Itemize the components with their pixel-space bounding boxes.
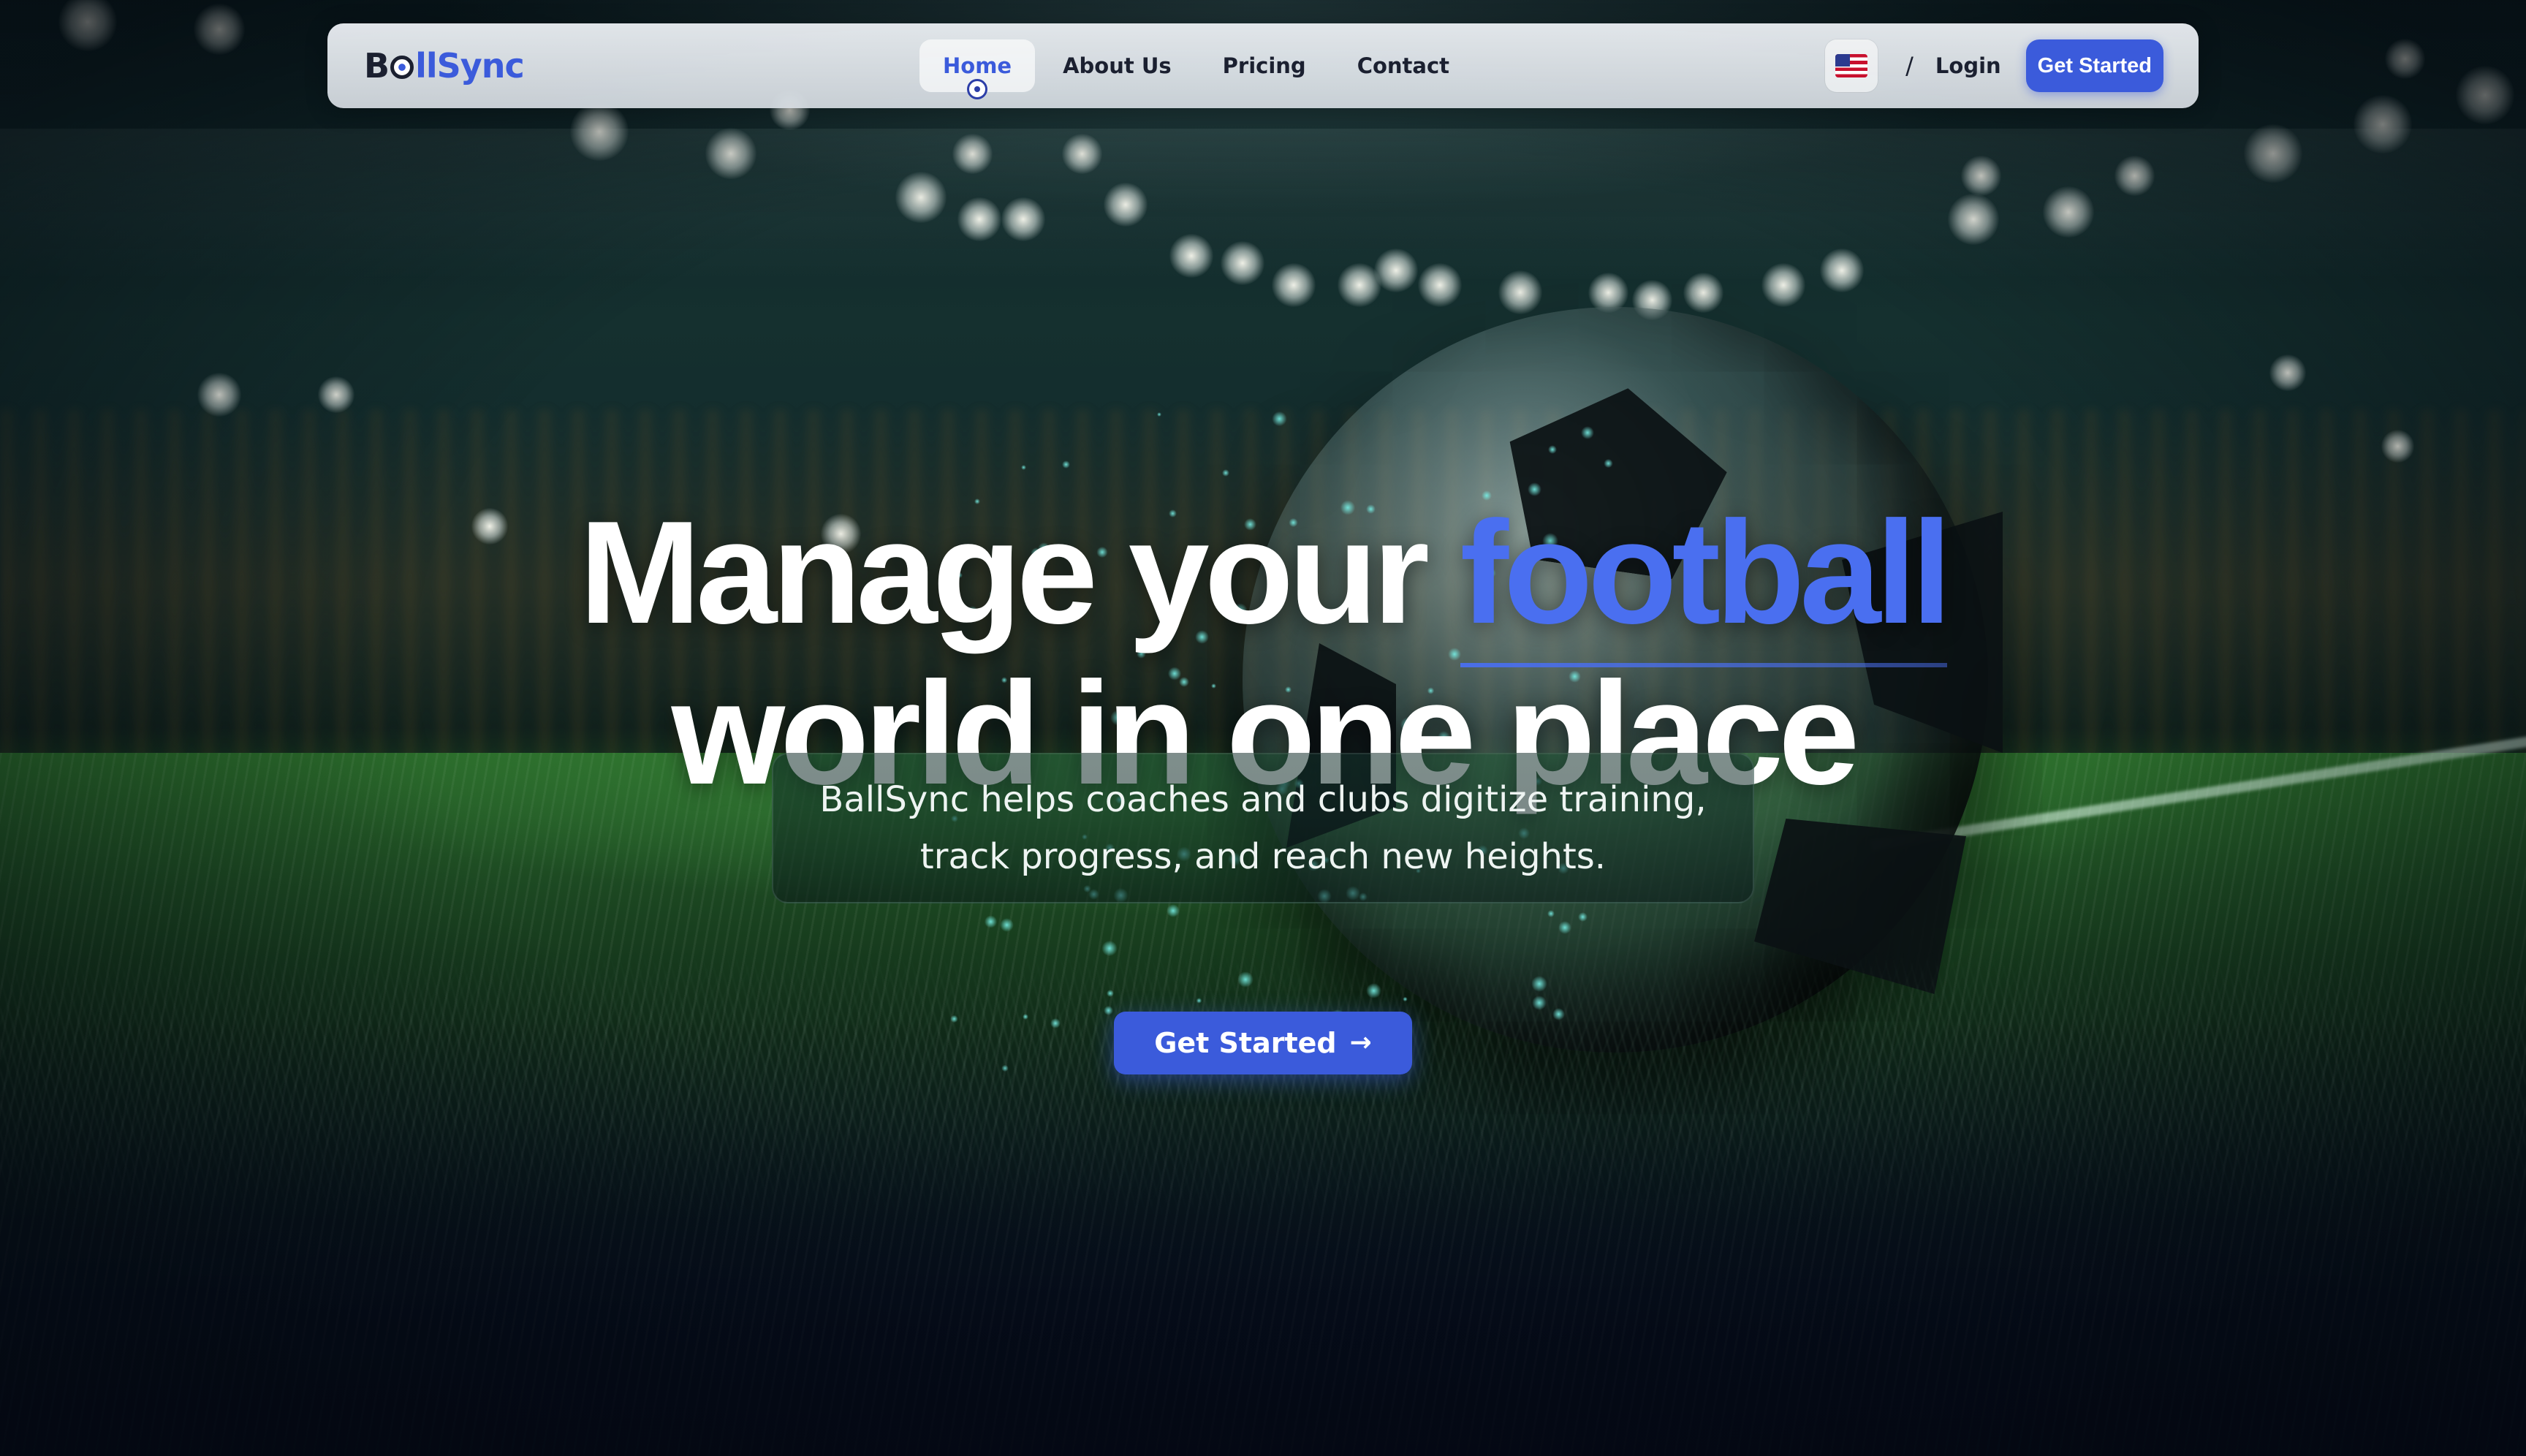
- nav-item-label: Contact: [1357, 53, 1450, 78]
- nav-item-about-us[interactable]: About Us: [1039, 39, 1195, 92]
- nav-links: Home About Us Pricing Contact: [919, 39, 1477, 99]
- hero-subtitle-line1: BallSync helps coaches and clubs digitiz…: [819, 779, 1707, 820]
- nav-item-home[interactable]: Home: [919, 39, 1036, 99]
- arrow-right-icon: →: [1349, 1028, 1372, 1058]
- nav-actions: / Login Get Started: [1825, 39, 2163, 92]
- nav-item-label: About Us: [1063, 53, 1172, 78]
- nav-item-label: Home: [943, 53, 1012, 78]
- hero-subtitle-line2: track progress, and reach new heights.: [919, 836, 1607, 877]
- logo-ball-icon: [390, 56, 414, 79]
- hero-subtitle: BallSync helps coaches and clubs digitiz…: [772, 753, 1754, 903]
- nav-item-contact[interactable]: Contact: [1334, 39, 1473, 92]
- ballsync-logo[interactable]: B llSync: [364, 45, 525, 86]
- hero-title-part1: Manage your: [579, 491, 1460, 654]
- logo-text: llSync: [415, 46, 525, 86]
- hero-cta-label: Get Started: [1154, 1027, 1337, 1059]
- nav-get-started-button[interactable]: Get Started: [2025, 39, 2163, 92]
- login-link[interactable]: Login: [1935, 53, 2001, 78]
- separator: /: [1905, 52, 1914, 80]
- language-selector-button[interactable]: [1825, 39, 1878, 92]
- logo-letter: B: [364, 46, 390, 86]
- hero-get-started-button[interactable]: Get Started →: [1114, 1012, 1412, 1074]
- hero-title-accent: football: [1460, 491, 1952, 654]
- active-ball-indicator-icon: [967, 79, 988, 99]
- nav-item-label: Pricing: [1222, 53, 1306, 78]
- nav-item-pricing[interactable]: Pricing: [1199, 39, 1330, 92]
- top-navbar: B llSync Home About Us Pricing Contact /…: [327, 23, 2199, 108]
- us-flag-icon: [1835, 54, 1868, 77]
